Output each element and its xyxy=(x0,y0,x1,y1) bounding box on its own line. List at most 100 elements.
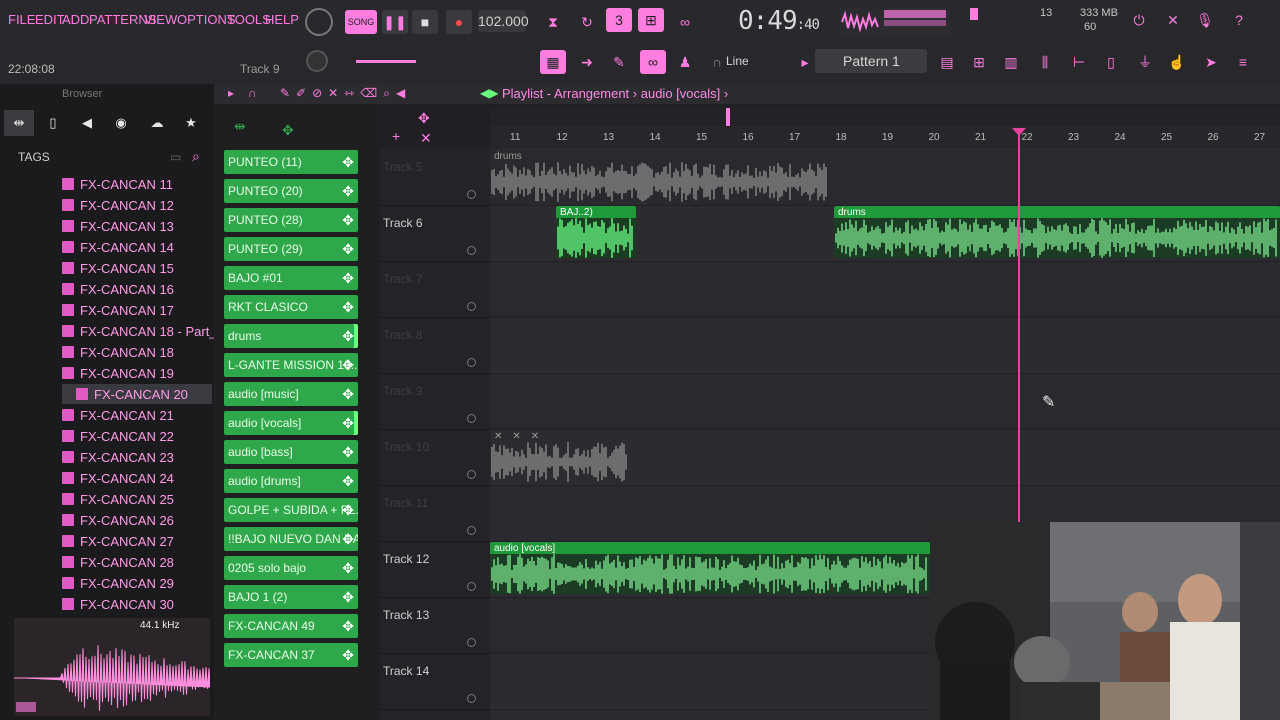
magnet-snap-icon[interactable]: ∩ xyxy=(248,86,257,100)
countdown-button[interactable]: 3 xyxy=(606,8,632,32)
drag-icon[interactable]: ✥ xyxy=(342,295,354,319)
channel-rack-button[interactable]: ⊞ xyxy=(966,50,992,74)
clip-track6-drums[interactable]: drums xyxy=(834,206,1280,258)
piano-roll-view-button[interactable]: ▥ xyxy=(998,50,1024,74)
browser-item[interactable]: FX-CANCAN 11 xyxy=(62,174,173,194)
track-header[interactable]: Track 7 xyxy=(380,262,490,318)
track-mute-led[interactable] xyxy=(467,694,476,703)
tools-button[interactable]: ✕ xyxy=(1160,8,1186,32)
browser-item[interactable]: FX-CANCAN 25 xyxy=(62,489,174,509)
drag-icon[interactable]: ✥ xyxy=(342,208,354,232)
menu-edit[interactable]: EDIT xyxy=(35,12,65,27)
drag-icon[interactable]: ✥ xyxy=(342,440,354,464)
pattern-picker-item[interactable]: BAJO 1 (2) ✥ xyxy=(224,585,358,609)
close-icon[interactable]: ✕ xyxy=(420,130,432,147)
track-header[interactable]: Track 12 xyxy=(380,542,490,598)
pattern-picker-item[interactable]: audio [music] ✥ xyxy=(224,382,358,406)
draw-button[interactable]: ✎ xyxy=(606,50,632,74)
playlist-tool-icons[interactable]: ✎✐⊘✕⇿⌫⌕◀ xyxy=(280,86,411,101)
pattern-picker-item[interactable]: !!BAJO NUEVO DAN DA... ✥ xyxy=(224,527,358,551)
track-lane[interactable] xyxy=(490,374,1280,430)
track-mute-led[interactable] xyxy=(467,302,476,311)
pattern-picker-item[interactable]: PUNTEO (28) ✥ xyxy=(224,208,358,232)
pattern-selector[interactable]: Pattern 1 xyxy=(815,49,927,73)
track-header[interactable]: Track 6 xyxy=(380,206,490,262)
pattern-picker-item[interactable]: RKT CLASICO ✥ xyxy=(224,295,358,319)
browser-tab-cloud[interactable]: ☁ xyxy=(142,110,172,136)
playhead[interactable] xyxy=(1018,130,1020,525)
pause-button[interactable]: ❚❚ xyxy=(382,10,408,34)
master-pitch-knob[interactable] xyxy=(306,50,328,72)
browser-tab-files[interactable]: ▯ xyxy=(38,110,68,136)
clip-track12-vocals[interactable]: audio [vocals] xyxy=(490,542,930,594)
timeline-ruler[interactable]: 11 12 13 14 15 16 17 18 19 20 21 22 23 24 25 26 27 xyxy=(490,126,1280,148)
master-volume-knob[interactable] xyxy=(305,8,333,36)
browser-item[interactable]: FX-CANCAN 12 xyxy=(62,195,174,215)
track-header[interactable]: Track 5 xyxy=(380,150,490,206)
pattern-picker-item[interactable]: audio [drums] ✥ xyxy=(224,469,358,493)
drag-icon[interactable]: ✥ xyxy=(342,469,354,493)
browser-item[interactable]: FX-CANCAN 20 xyxy=(62,384,212,404)
pattern-picker-item[interactable]: PUNTEO (20) ✥ xyxy=(224,179,358,203)
clip-track5-drums[interactable]: drums xyxy=(490,150,850,202)
snap-mode-select[interactable]: Line xyxy=(726,54,749,68)
browser-item[interactable]: FX-CANCAN 15 xyxy=(62,258,174,278)
project-button[interactable]: ▯ xyxy=(1098,50,1124,74)
track-header[interactable]: Track 8 xyxy=(380,318,490,374)
stop-button[interactable]: ■ xyxy=(412,10,438,34)
drag-icon[interactable]: ✥ xyxy=(342,614,354,638)
help-button[interactable]: ? xyxy=(1226,8,1252,32)
browser-toggle-button[interactable]: ⊢ xyxy=(1066,50,1092,74)
browser-tab-plugins[interactable]: ◉ xyxy=(106,110,136,136)
track-mute-led[interactable] xyxy=(467,246,476,255)
track-mute-led[interactable] xyxy=(467,582,476,591)
tempo-display[interactable]: 102.000 xyxy=(478,10,529,32)
browser-item[interactable]: FX-CANCAN 14 xyxy=(62,237,174,257)
online-button[interactable]: ⏻ xyxy=(1126,8,1152,32)
clip-track6-bajo[interactable]: BAJ..2) xyxy=(556,206,636,258)
snap-link-button[interactable]: ∞ xyxy=(640,50,666,74)
drag-icon[interactable]: ✥ xyxy=(342,527,354,551)
menu-add[interactable]: ADD xyxy=(62,12,89,27)
track-header[interactable]: Track 9 xyxy=(380,374,490,430)
menu-file[interactable]: FILE xyxy=(8,12,35,27)
send-button[interactable]: ➤ xyxy=(1198,50,1224,74)
playlist-mode-icon[interactable]: ◀▶ xyxy=(480,86,498,100)
pattern-picker-item[interactable]: L-GANTE MISSION 19... ✥ xyxy=(224,353,358,377)
track-lane[interactable] xyxy=(490,262,1280,318)
menu-help[interactable]: HELP xyxy=(265,12,299,27)
record-button[interactable]: ● xyxy=(446,10,472,34)
menu-view[interactable]: VIEW xyxy=(144,12,177,27)
clip-track10[interactable]: ✕✕✕ xyxy=(490,430,630,482)
drag-icon[interactable]: ✥ xyxy=(342,237,354,261)
pattern-picker-item[interactable]: drums ✥ xyxy=(224,324,358,348)
drag-icon[interactable]: ✥ xyxy=(342,150,354,174)
track-header[interactable]: Track 13 xyxy=(380,598,490,654)
picker-all-icon[interactable]: ✥ xyxy=(282,122,294,139)
loop-record-button[interactable]: ∞ xyxy=(672,10,698,34)
pattern-picker-item[interactable]: FX-CANCAN 49 ✥ xyxy=(224,614,358,638)
browser-item[interactable]: FX-CANCAN 13 xyxy=(62,216,174,236)
browser-item[interactable]: FX-CANCAN 18 - Part_1 xyxy=(62,321,224,341)
pattern-picker-item[interactable]: BAJO #01 ✥ xyxy=(224,266,358,290)
drag-icon[interactable]: ✥ xyxy=(342,324,354,348)
browser-item[interactable]: FX-CANCAN 16 xyxy=(62,279,174,299)
add-track-icon[interactable]: + xyxy=(392,128,400,144)
search-icon[interactable]: ⌕ xyxy=(192,148,200,165)
master-pitch-slider[interactable] xyxy=(356,60,416,63)
playlist-menu-arrow[interactable]: ▸ xyxy=(228,86,234,100)
drag-icon[interactable]: ✥ xyxy=(342,353,354,377)
browser-tab-all[interactable]: ⇹ xyxy=(4,110,34,136)
pattern-picker-item[interactable]: GOLPE + SUBIDA + PL... ✥ xyxy=(224,498,358,522)
browser-item[interactable]: FX-CANCAN 19 xyxy=(62,363,174,383)
browser-tab-speaker[interactable]: ◀ xyxy=(72,110,102,136)
browser-item[interactable]: FX-CANCAN 30 xyxy=(62,594,174,614)
browser-item[interactable]: FX-CANCAN 22 xyxy=(62,426,174,446)
plugin-picker-button[interactable]: ⏚ xyxy=(1132,50,1158,74)
browser-tab-favorites[interactable]: ★ xyxy=(176,110,206,136)
playlist-scrollbar[interactable] xyxy=(490,108,1280,126)
song-mode-toggle[interactable]: SONG xyxy=(345,10,377,34)
zoom-icon[interactable]: ✥ xyxy=(418,110,430,127)
browser-item[interactable]: FX-CANCAN 28 xyxy=(62,552,174,572)
drag-icon[interactable]: ✥ xyxy=(342,498,354,522)
